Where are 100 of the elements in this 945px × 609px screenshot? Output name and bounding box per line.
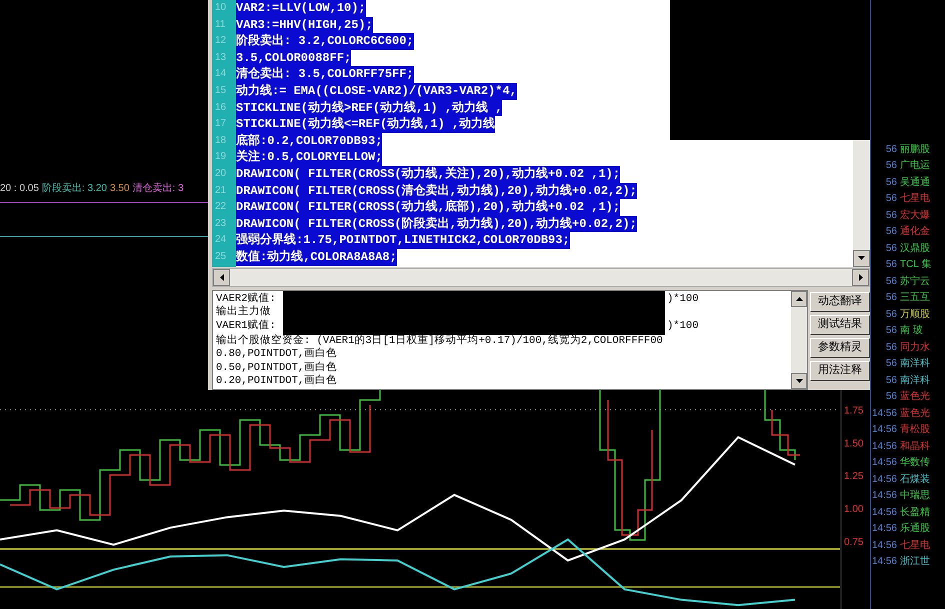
stock-time: 56	[884, 242, 897, 256]
down-arrow-icon	[796, 379, 802, 383]
line-number: 21	[214, 184, 228, 198]
line-number: 24	[214, 233, 228, 248]
stock-name[interactable]: 和晶科	[900, 438, 930, 454]
line-number: 11	[214, 18, 226, 32]
stock-time: 14:56	[871, 489, 897, 504]
stock-time: 56	[884, 291, 897, 306]
stock-time: 56	[884, 324, 897, 338]
stock-name[interactable]: 南洋科	[900, 372, 930, 388]
output-text: VAER1赋值:	[216, 320, 277, 334]
output-text: VAER2赋值:	[216, 292, 277, 305]
stock-name[interactable]: 万顺股	[900, 306, 930, 322]
stock-name[interactable]: 浙江世	[900, 554, 930, 570]
stock-name[interactable]: 丽鹏股	[900, 142, 930, 157]
axis-tick-label: 1.75	[844, 406, 864, 417]
stock-name[interactable]: 蓝色光	[900, 389, 930, 404]
legend-value: 阶段卖出: 3.20	[42, 182, 107, 196]
stock-name[interactable]: 三五互	[900, 290, 930, 306]
line-number: 25	[214, 250, 228, 264]
scroll-down-button[interactable]	[791, 373, 807, 389]
output-scrollbar[interactable]	[791, 290, 807, 389]
axis-tick-label: 1.00	[844, 504, 864, 516]
line-number: 10	[214, 1, 228, 15]
legend-value: 3.50	[110, 182, 130, 196]
stock-name[interactable]: 青松股	[900, 422, 930, 438]
editor-button[interactable]: 参数精灵	[810, 338, 870, 358]
stock-time: 56	[884, 225, 897, 240]
left-arrow-icon	[220, 274, 224, 281]
line-number: 22	[214, 200, 228, 214]
line-number: 20	[214, 166, 228, 181]
stock-name[interactable]: 宏大爆	[900, 208, 930, 223]
scroll-right-button[interactable]	[852, 268, 869, 286]
stock-time: 14:56	[871, 506, 897, 520]
output-text: )*100	[667, 292, 699, 306]
stock-time: 14:56	[871, 456, 897, 470]
stock-name[interactable]: 乐通股	[900, 521, 930, 536]
stock-time: 56	[884, 274, 897, 289]
editor-button[interactable]: 动态翻译	[810, 292, 870, 312]
stock-name[interactable]: TCL 集	[900, 257, 932, 272]
stock-name[interactable]: 吴通通	[900, 174, 930, 190]
stock-name[interactable]: 七星电	[900, 191, 930, 206]
stock-time: 56	[884, 176, 897, 190]
scroll-left-button[interactable]	[213, 268, 230, 286]
stock-name[interactable]: 七星电	[900, 538, 930, 553]
stock-time: 56	[884, 208, 897, 223]
line-number: 16	[214, 100, 228, 115]
output-text: 输出主力做	[216, 306, 272, 320]
legend-value: 20 : 0.05	[0, 182, 39, 196]
stock-name[interactable]: 蓝色光	[900, 406, 930, 421]
editor-button[interactable]: 测试结果	[810, 314, 870, 335]
up-arrow-icon	[796, 296, 802, 301]
right-arrow-icon	[858, 274, 862, 281]
line-number: 12	[214, 34, 228, 48]
stock-name[interactable]: 中瑞思	[900, 488, 930, 504]
stock-time: 56	[884, 374, 897, 388]
stock-time: 56	[884, 192, 897, 206]
scroll-down-button[interactable]	[853, 250, 870, 267]
stock-time: 56	[884, 390, 897, 404]
output-text: 0.80,POINTDOT,画白色	[216, 348, 338, 362]
legend-value: 清仓卖出: 3	[132, 182, 184, 196]
stock-time: 56	[884, 258, 897, 272]
stock-time: 14:56	[871, 472, 897, 487]
axis-tick-label: 1.50	[844, 438, 864, 450]
code-area[interactable]	[236, 0, 670, 267]
stock-name[interactable]: 汉鼎股	[900, 240, 930, 256]
stock-time: 56	[884, 142, 897, 157]
output-text: 0.20,POINTDOT,画白色	[216, 375, 338, 389]
line-number: 17	[214, 117, 228, 132]
line-number: 18	[214, 134, 228, 148]
horizontal-scrollbar[interactable]	[212, 268, 870, 287]
stock-name[interactable]: 石煤装	[900, 472, 930, 487]
stock-name[interactable]: 苏宁云	[900, 274, 930, 289]
stock-time: 56	[884, 159, 897, 174]
stock-name[interactable]: 华数传	[900, 455, 930, 470]
stock-name[interactable]: 长盈精	[900, 504, 930, 520]
line-number: 15	[214, 84, 228, 98]
stock-time: 56	[884, 357, 897, 372]
stock-name[interactable]: 同力水	[900, 340, 930, 355]
scroll-up-button[interactable]	[791, 290, 807, 307]
stock-time: 14:56	[871, 423, 897, 438]
line-number: 14	[214, 67, 228, 82]
stock-name[interactable]: 广电运	[900, 158, 930, 174]
editor-button[interactable]: 用法注释	[810, 360, 870, 381]
axis-tick-label: 1.25	[844, 471, 864, 482]
stock-time: 56	[884, 308, 897, 322]
line-number: 19	[214, 150, 228, 164]
output-text: 0.50,POINTDOT,画白色	[216, 362, 338, 374]
stock-name[interactable]: 南 玻	[900, 323, 923, 338]
stock-time: 14:56	[871, 555, 897, 570]
line-number: 23	[214, 216, 228, 231]
axis-tick-label: 0.75	[844, 536, 864, 548]
stock-name[interactable]: 通化金	[900, 224, 930, 240]
output-text: )*100	[667, 320, 699, 334]
stock-time: 56	[884, 340, 897, 355]
stock-time: 14:56	[871, 538, 897, 553]
stock-time: 14:56	[871, 522, 897, 536]
stock-time: 14:56	[871, 440, 897, 454]
stock-name[interactable]: 南洋科	[900, 356, 930, 372]
vertical-scrollbar[interactable]	[853, 140, 870, 267]
